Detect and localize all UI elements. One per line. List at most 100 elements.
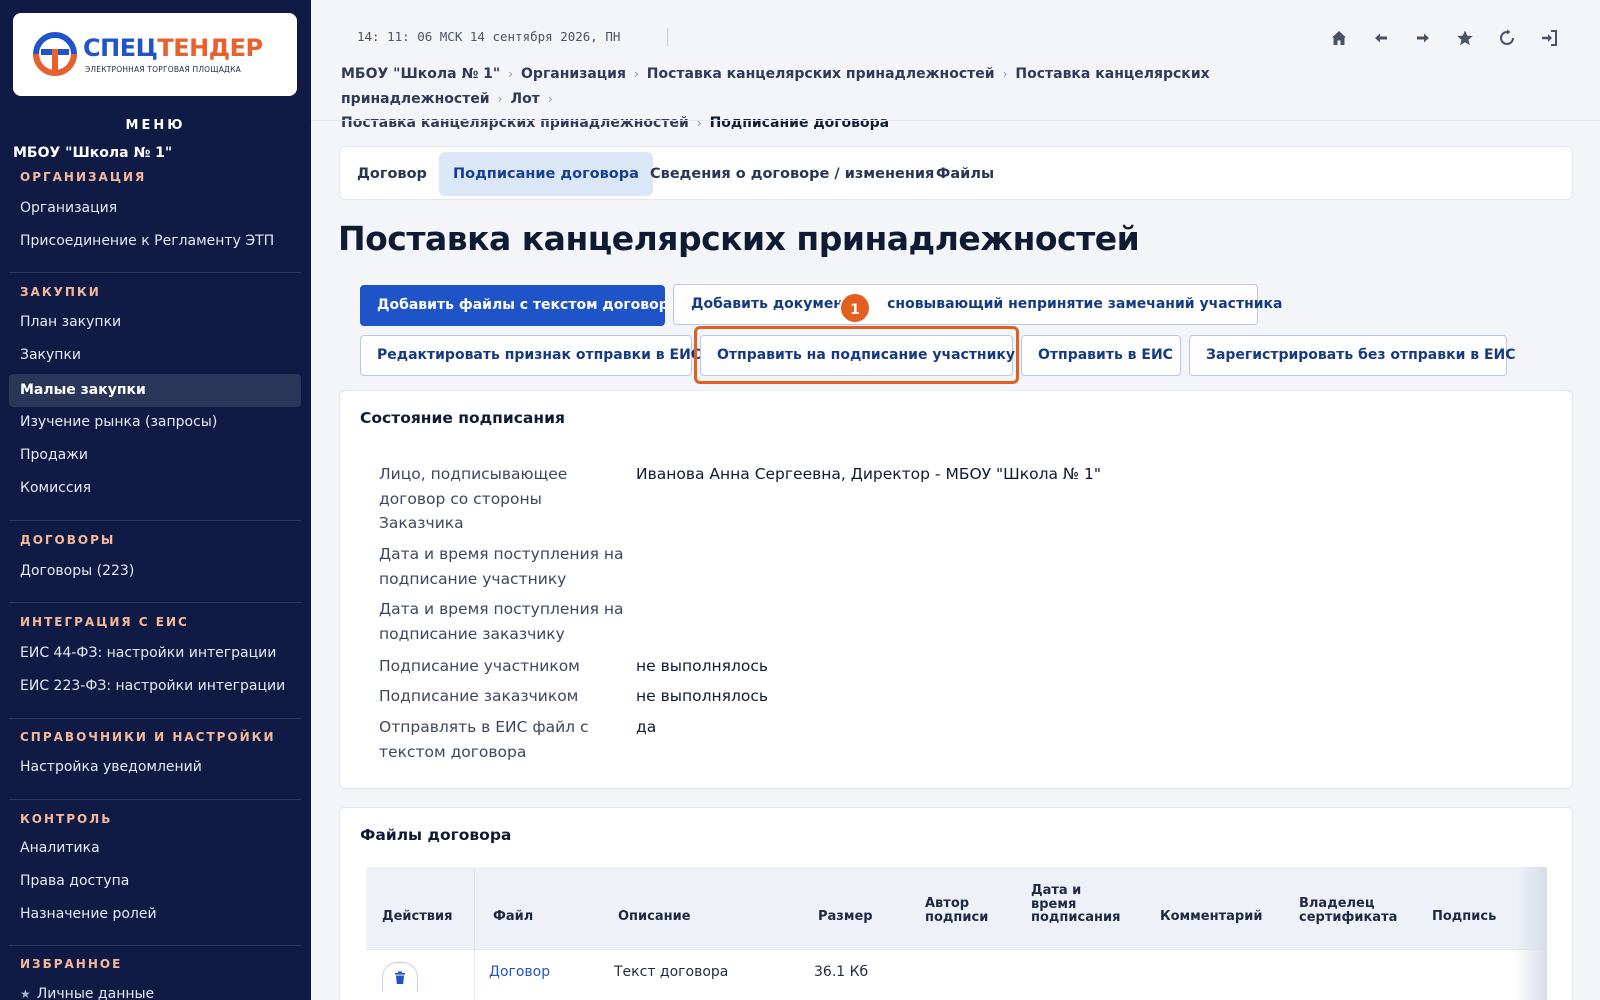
file-size: 36.1 Кб: [814, 964, 869, 980]
section-organization: ОРГАНИЗАЦИЯ: [20, 170, 147, 184]
sidebar-item-eis44[interactable]: ЕИС 44-ФЗ: настройки интеграции: [9, 637, 301, 670]
section-purchases: ЗАКУПКИ: [20, 285, 101, 299]
breadcrumb: МБОУ "Школа № 1" › Организация › Поставка ка…: [341, 62, 1341, 136]
header-divider: [311, 120, 1600, 121]
row-label: Подписание заказчиком: [379, 687, 579, 705]
column-header: Комментарий: [1160, 909, 1263, 924]
signing-status-card: Состояние подписания Лицо, подписывающее…: [339, 390, 1573, 789]
column-header: Подпись: [1432, 909, 1497, 924]
breadcrumb-item[interactable]: Поставка канцелярских принадлежностей: [647, 66, 995, 82]
file-description: Текст договора: [614, 964, 729, 980]
star-icon: ★: [20, 987, 31, 1000]
home-icon[interactable]: [1318, 24, 1360, 52]
divider: [9, 602, 301, 603]
breadcrumb-item[interactable]: Организация: [521, 66, 626, 82]
divider: [9, 945, 301, 946]
section-eis-integration: ИНТЕГРАЦИЯ С ЕИС: [20, 615, 189, 629]
sidebar-item-purchase-plan[interactable]: План закупки: [9, 306, 301, 339]
sidebar-item-eis223[interactable]: ЕИС 223-ФЗ: настройки интеграции: [9, 670, 301, 703]
column-header: Действия: [382, 909, 453, 924]
divider: [9, 272, 301, 273]
sidebar-item-commission[interactable]: Комиссия: [9, 472, 301, 505]
row-label: Дата и время поступления на подписание з…: [379, 600, 624, 643]
table-scroll-shadow: [1515, 867, 1547, 1000]
back-arrow-icon[interactable]: [1360, 24, 1402, 52]
sidebar-item-market-research[interactable]: Изучение рынка (запросы): [9, 406, 301, 439]
sidebar-item-purchases[interactable]: Закупки: [9, 339, 301, 372]
page-title: Поставка канцелярских принадлежностей: [338, 219, 1140, 258]
breadcrumb-separator: ›: [696, 116, 702, 130]
menu-title: МЕНЮ: [125, 118, 186, 133]
column-header: Размер: [818, 909, 873, 924]
column-header: Владелец сертификата: [1299, 896, 1398, 925]
row-value: не выполнялось: [636, 657, 768, 675]
star-icon[interactable]: [1444, 24, 1486, 52]
sidebar-item-notifications[interactable]: Настройка уведомлений: [9, 751, 301, 784]
column-header: Автор подписи: [925, 896, 989, 925]
clock-divider: [667, 28, 668, 46]
row-label: Дата и время поступления на подписание у…: [379, 545, 624, 588]
sidebar-item-small-purchases[interactable]: Малые закупки: [9, 374, 301, 407]
button-label: сновывающий непринятие замечаний участни…: [887, 296, 1283, 312]
breadcrumb-separator: ›: [497, 91, 503, 106]
breadcrumb-item[interactable]: МБОУ "Школа № 1": [341, 66, 500, 82]
tab-contract[interactable]: Договор: [343, 152, 441, 196]
column-header: Дата и время подписания: [1031, 883, 1121, 925]
brand-tagline: ЭЛЕКТРОННАЯ ТОРГОВАЯ ПЛОЩАДКА: [85, 65, 241, 74]
step-badge: 1: [839, 292, 871, 324]
tabs-bar: Договор Подписание договора Сведения о д…: [339, 146, 1573, 200]
tab-files[interactable]: Файлы: [922, 152, 1008, 196]
section-contracts: ДОГОВОРЫ: [20, 533, 116, 547]
column-header: Описание: [618, 909, 691, 924]
contract-files-title: Файлы договора: [360, 826, 512, 844]
send-to-eis-button[interactable]: Отправить в ЕИС: [1021, 335, 1181, 376]
logout-icon[interactable]: [1528, 24, 1570, 52]
brand-logo-icon: [33, 32, 77, 76]
divider: [9, 520, 301, 521]
sidebar-item-roles[interactable]: Назначение ролей: [9, 898, 301, 931]
logo[interactable]: СПЕЦТЕНДЕР ЭЛЕКТРОННАЯ ТОРГОВАЯ ПЛОЩАДКА: [13, 13, 297, 96]
column-divider: [474, 867, 475, 1000]
delete-file-button[interactable]: [382, 962, 418, 992]
sidebar-item-label: Личные данные: [36, 986, 155, 1000]
highlight-frame: [694, 326, 1019, 384]
breadcrumb-separator: ›: [547, 91, 553, 106]
column-header: Файл: [493, 909, 534, 924]
forward-arrow-icon[interactable]: [1402, 24, 1444, 52]
sidebar: СПЕЦТЕНДЕР ЭЛЕКТРОННАЯ ТОРГОВАЯ ПЛОЩАДКА…: [0, 0, 311, 1000]
row-label: Отправлять в ЕИС файл с текстом договора: [379, 718, 589, 761]
sidebar-item-personal-data[interactable]: ★ Личные данные: [9, 978, 301, 1000]
sidebar-item-access-rights[interactable]: Права доступа: [9, 865, 301, 898]
row-label: Лицо, подписывающее договор со стороны З…: [379, 465, 568, 532]
row-value: да: [636, 718, 657, 736]
row-value: Иванова Анна Сергеевна, Директор - МБОУ …: [636, 465, 1101, 483]
add-contract-files-button[interactable]: Добавить файлы с текстом договора: [360, 285, 678, 326]
button-label: Добавить документ: [691, 296, 852, 312]
edit-eis-flag-button[interactable]: Редактировать признак отправки в ЕИС: [360, 335, 701, 376]
register-without-eis-button[interactable]: Зарегистрировать без отправки в ЕИС: [1189, 335, 1516, 376]
breadcrumb-separator: ›: [633, 67, 639, 81]
sidebar-item-analytics[interactable]: Аналитика: [9, 832, 301, 865]
file-link[interactable]: Договор: [489, 964, 550, 980]
trash-icon: [395, 971, 405, 984]
refresh-icon[interactable]: [1486, 24, 1528, 52]
add-rejection-document-button[interactable]: Добавить документ сновывающий непринятие …: [673, 284, 1283, 325]
sidebar-item-regulation[interactable]: Присоединение к Регламенту ЭТП: [9, 225, 301, 258]
breadcrumb-item[interactable]: Лот: [510, 91, 539, 107]
sidebar-item-organization[interactable]: Организация: [9, 192, 301, 225]
breadcrumb-item[interactable]: Поставка канцелярских принадлежностей: [341, 115, 689, 131]
tab-contract-details[interactable]: Сведения о договоре / изменения: [636, 152, 948, 196]
row-value: не выполнялось: [636, 687, 768, 705]
tab-contract-signing[interactable]: Подписание договора: [439, 152, 653, 196]
breadcrumb-separator: ›: [508, 67, 514, 81]
row-label: Подписание участником: [379, 657, 580, 675]
section-favorites: ИЗБРАННОЕ: [20, 957, 123, 971]
divider: [9, 718, 301, 719]
section-control: КОНТРОЛЬ: [20, 812, 113, 826]
sidebar-org-name: МБОУ "Школа № 1": [13, 145, 173, 161]
sidebar-item-contracts[interactable]: Договоры (223): [9, 555, 301, 588]
brand-name: СПЕЦТЕНДЕР: [83, 34, 263, 62]
divider: [9, 799, 301, 800]
sidebar-item-sales[interactable]: Продажи: [9, 439, 301, 472]
section-settings: СПРАВОЧНИКИ И НАСТРОЙКИ: [20, 730, 276, 744]
